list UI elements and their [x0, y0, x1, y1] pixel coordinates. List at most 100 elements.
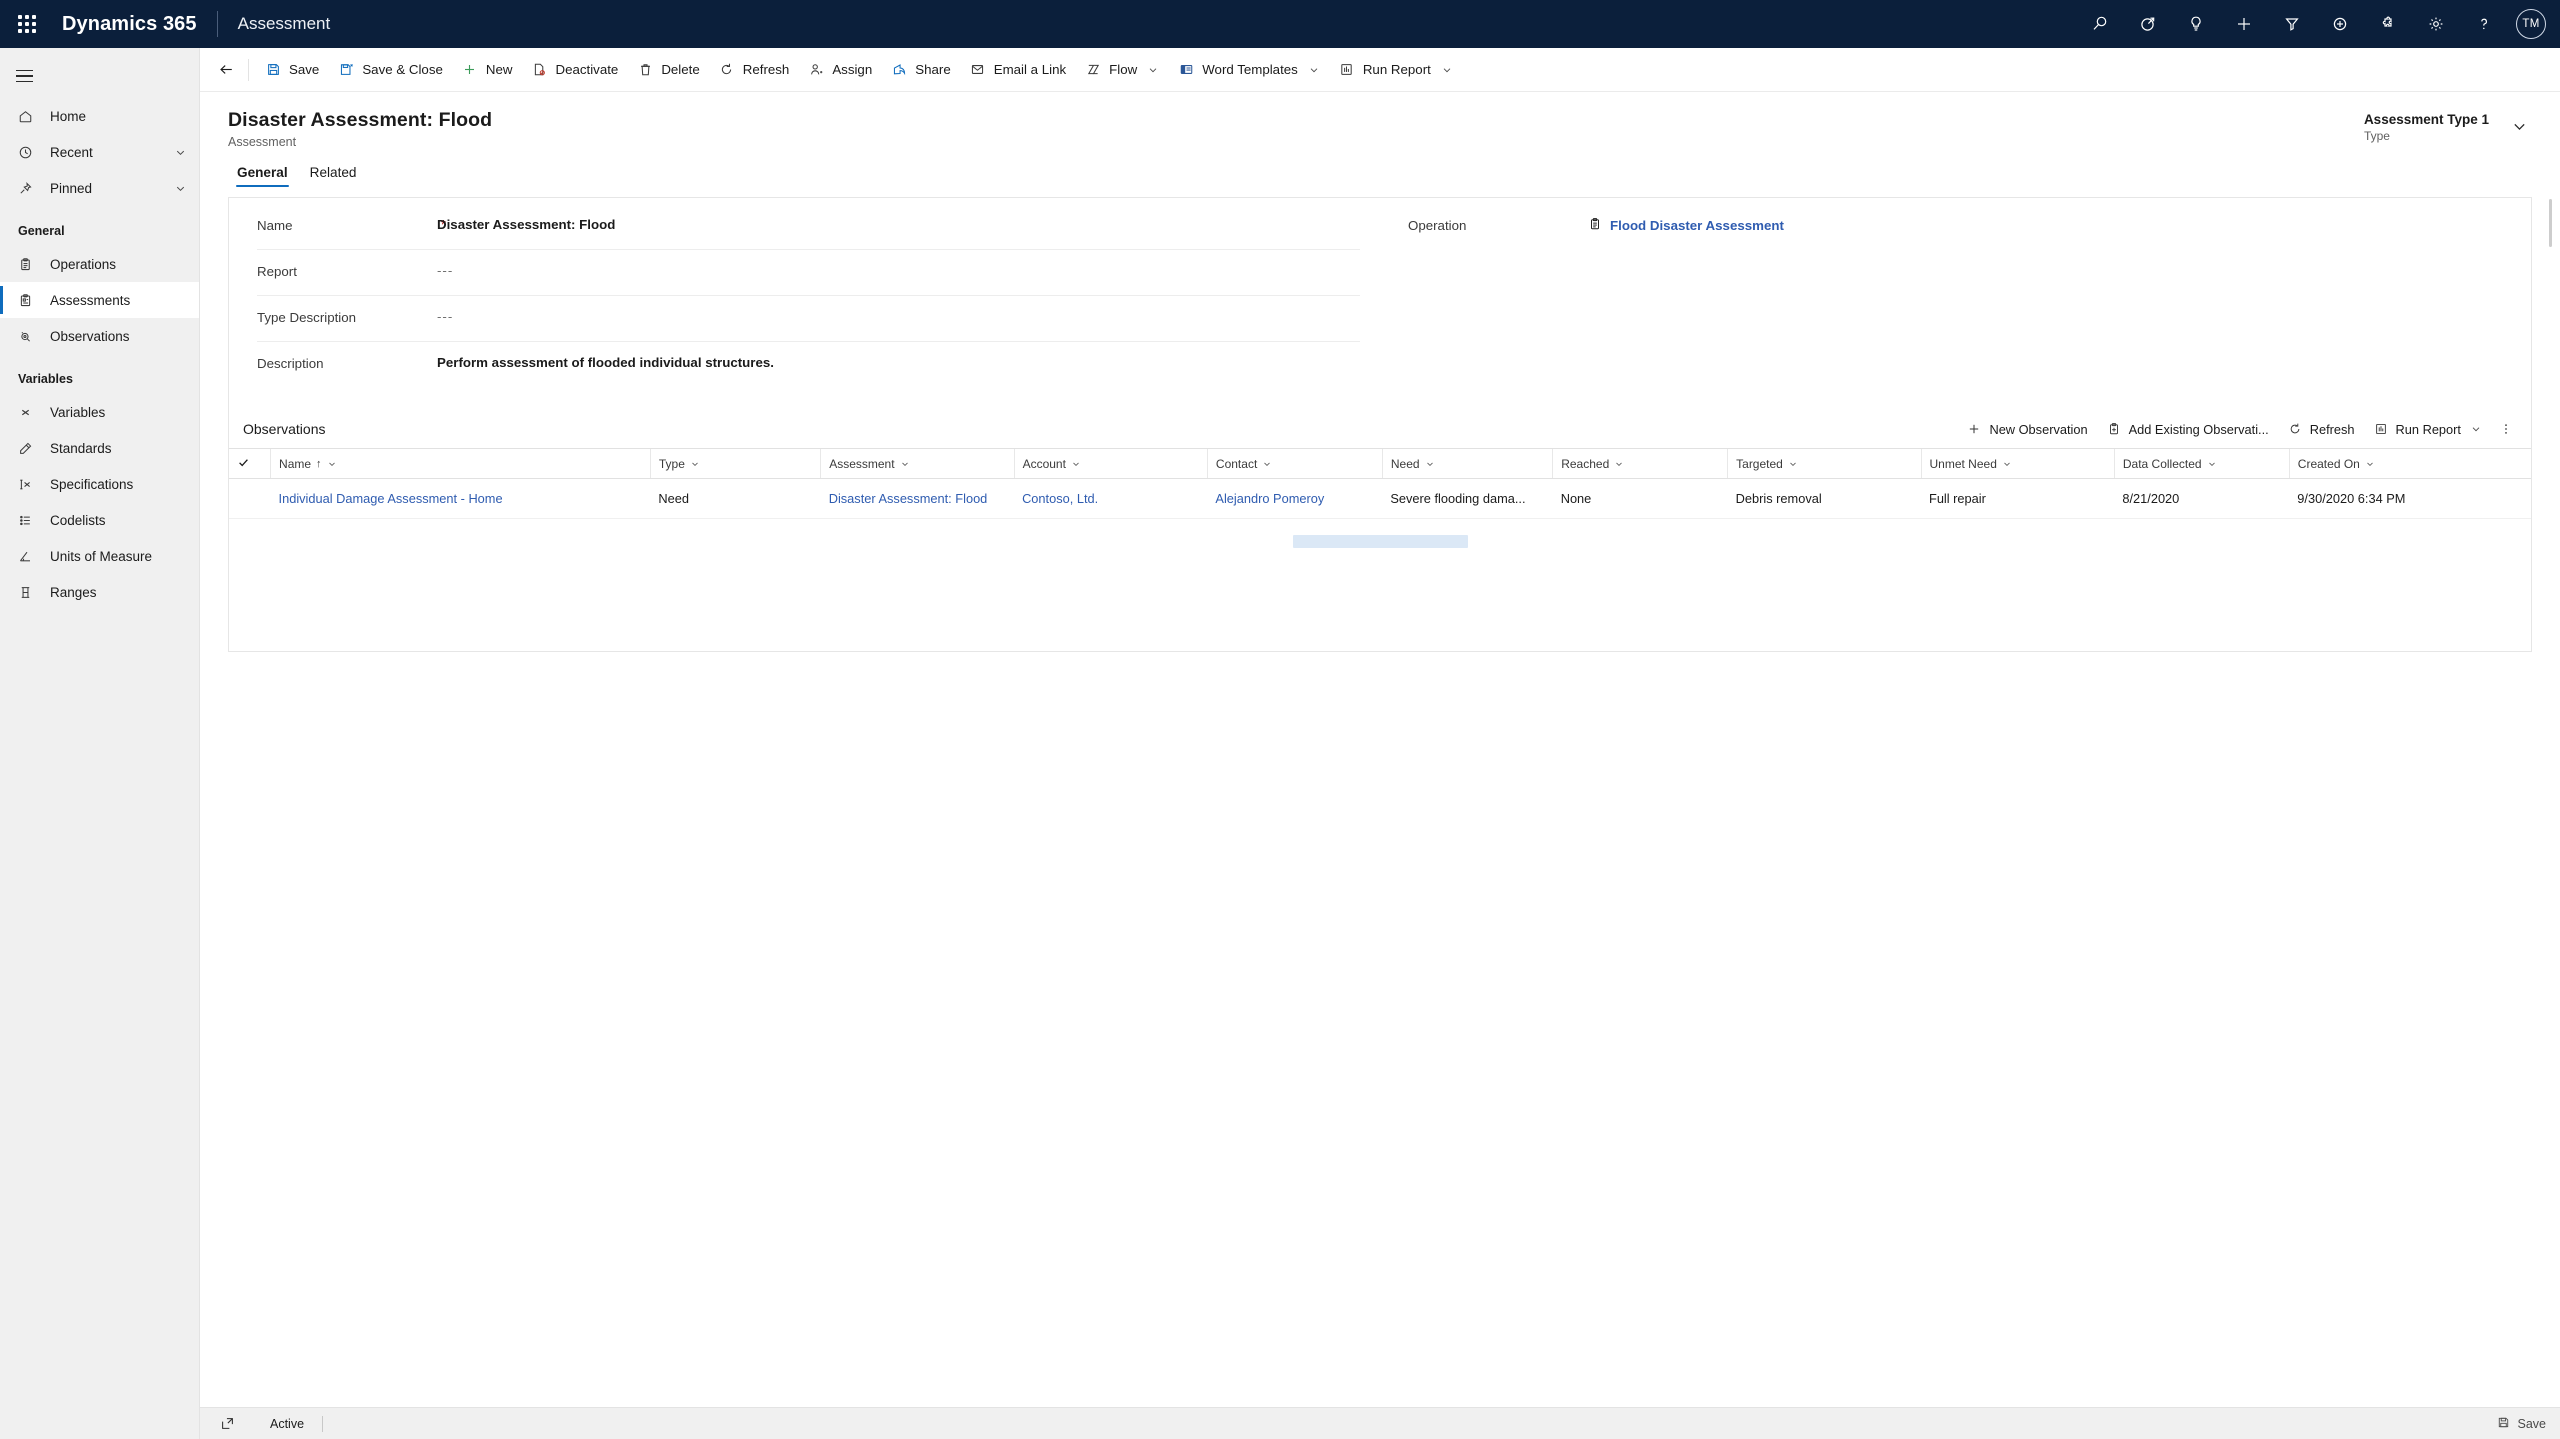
deactivate-button[interactable]: Deactivate [521, 50, 627, 90]
current-app-name[interactable]: Assessment [238, 14, 331, 34]
word-templates-button[interactable]: Word Templates [1168, 50, 1329, 90]
tab-general[interactable]: General [228, 159, 297, 189]
sidebar-item-pinned[interactable]: Pinned [0, 170, 199, 206]
gear-icon[interactable] [2414, 2, 2458, 46]
grid-col-need[interactable]: Need [1381, 448, 1553, 479]
sidebar-item-operations[interactable]: Operations [0, 246, 199, 282]
tab-related[interactable]: Related [301, 159, 366, 189]
sidebar-item-home[interactable]: Home [0, 98, 199, 134]
chevron-down-icon[interactable] [2365, 459, 2375, 469]
field-value-name[interactable]: Disaster Assessment: Flood [437, 217, 615, 232]
avatar[interactable]: TM [2516, 9, 2546, 39]
row-select-checkbox[interactable] [229, 478, 271, 519]
form-scrollbar[interactable] [2546, 199, 2554, 1397]
help-icon[interactable] [2462, 2, 2506, 46]
new-observation-button[interactable]: New Observation [1957, 413, 2096, 445]
chevron-down-icon[interactable] [174, 146, 187, 159]
form-scroll-region[interactable]: Name * Disaster Assessment: Flood Report… [200, 189, 2560, 1407]
add-existing-observation-button[interactable]: Add Existing Observati... [2097, 413, 2278, 445]
chevron-down-icon[interactable] [1425, 459, 1435, 469]
form-scrollbar-thumb[interactable] [2549, 199, 2552, 247]
field-value-report[interactable]: --- [437, 263, 453, 278]
cell-assessment[interactable]: Disaster Assessment: Flood [820, 478, 1015, 519]
field-row-report[interactable]: Report --- [257, 250, 1360, 296]
account-link[interactable]: Contoso, Ltd. [1022, 491, 1098, 506]
chevron-down-icon[interactable] [2470, 423, 2482, 435]
field-row-operation[interactable]: Operation Flood Disaster Assessment [1408, 204, 2511, 250]
search-icon[interactable] [2078, 2, 2122, 46]
chevron-down-icon[interactable] [1614, 459, 1624, 469]
chevron-down-icon[interactable] [1147, 64, 1159, 76]
assessment-link[interactable]: Disaster Assessment: Flood [829, 491, 988, 506]
quick-create-icon[interactable] [2222, 2, 2266, 46]
cell-name[interactable]: Individual Damage Assessment - Home [270, 478, 651, 519]
chevron-down-icon[interactable] [2207, 459, 2217, 469]
grid-col-created-on[interactable]: Created On [2288, 448, 2531, 479]
field-value-description[interactable]: Perform assessment of flooded individual… [437, 355, 774, 370]
field-row-type-description[interactable]: Type Description --- [257, 296, 1360, 342]
subgrid-run-report-button[interactable]: Run Report [2364, 413, 2491, 445]
header-field-type[interactable]: Assessment Type 1 Type [2364, 112, 2489, 143]
field-row-name[interactable]: Name * Disaster Assessment: Flood [257, 204, 1360, 250]
chevron-down-icon[interactable] [900, 459, 910, 469]
sidebar-item-variables[interactable]: Variables [0, 394, 199, 430]
diagnostics-icon[interactable] [2126, 2, 2170, 46]
new-button[interactable]: New [452, 50, 522, 90]
puzzle-icon[interactable] [2366, 2, 2410, 46]
grid-col-account[interactable]: Account [1013, 448, 1208, 479]
app-launcher-icon[interactable] [10, 7, 44, 41]
site-map-toggle-icon[interactable] [0, 54, 48, 98]
chevron-down-icon[interactable] [1308, 64, 1320, 76]
brand-title[interactable]: Dynamics 365 [62, 13, 197, 36]
grid-col-unmet-need[interactable]: Unmet Need [1920, 448, 2115, 479]
share-button[interactable]: Share [881, 50, 959, 90]
run-report-button[interactable]: Run Report [1329, 50, 1462, 90]
chevron-down-icon[interactable] [1788, 459, 1798, 469]
save-button[interactable]: Save [255, 50, 328, 90]
chevron-down-icon[interactable] [327, 459, 337, 469]
sidebar-item-units-of-measure[interactable]: Units of Measure [0, 538, 199, 574]
grid-select-all-checkbox[interactable] [229, 448, 271, 479]
refresh-button[interactable]: Refresh [709, 50, 799, 90]
table-row[interactable]: Individual Damage Assessment - Home Need… [229, 478, 2531, 519]
grid-col-data-collected[interactable]: Data Collected [2113, 448, 2290, 479]
sidebar-item-ranges[interactable]: Ranges [0, 574, 199, 610]
cell-account[interactable]: Contoso, Ltd. [1014, 478, 1208, 519]
delete-button[interactable]: Delete [627, 50, 708, 90]
grid-col-name[interactable]: Name ↑ [270, 448, 651, 479]
header-expand-chevron-icon[interactable] [2511, 112, 2528, 135]
lightbulb-icon[interactable] [2174, 2, 2218, 46]
chevron-down-icon[interactable] [1262, 459, 1272, 469]
add-circle-icon[interactable] [2318, 2, 2362, 46]
filter-icon[interactable] [2270, 2, 2314, 46]
email-a-link-button[interactable]: Email a Link [960, 50, 1075, 90]
field-value-type-description[interactable]: --- [437, 309, 453, 324]
grid-col-reached[interactable]: Reached [1552, 448, 1728, 479]
save-and-close-button[interactable]: Save & Close [328, 50, 452, 90]
chevron-down-icon[interactable] [174, 182, 187, 195]
chevron-down-icon[interactable] [1071, 459, 1081, 469]
field-value-operation[interactable]: Flood Disaster Assessment [1588, 217, 1784, 234]
field-row-description[interactable]: Description Perform assessment of floode… [257, 342, 1360, 388]
popout-icon[interactable] [214, 1416, 240, 1431]
sidebar-item-standards[interactable]: Standards [0, 430, 199, 466]
sidebar-item-specifications[interactable]: Specifications [0, 466, 199, 502]
chevron-down-icon[interactable] [690, 459, 700, 469]
grid-col-type[interactable]: Type [649, 448, 821, 479]
sidebar-item-assessments[interactable]: Assessments [0, 282, 199, 318]
contact-link[interactable]: Alejandro Pomeroy [1215, 491, 1324, 506]
sidebar-item-recent[interactable]: Recent [0, 134, 199, 170]
grid-col-assessment[interactable]: Assessment [820, 448, 1015, 479]
sidebar-item-codelists[interactable]: Codelists [0, 502, 199, 538]
observation-name-link[interactable]: Individual Damage Assessment - Home [279, 491, 503, 506]
subgrid-refresh-button[interactable]: Refresh [2278, 413, 2364, 445]
cell-contact[interactable]: Alejandro Pomeroy [1207, 478, 1383, 519]
chevron-down-icon[interactable] [2002, 459, 2012, 469]
flow-button[interactable]: Flow [1075, 50, 1168, 90]
grid-col-contact[interactable]: Contact [1206, 448, 1383, 479]
sidebar-item-observations[interactable]: Observations [0, 318, 199, 354]
footer-save-button[interactable]: Save [2497, 1416, 2546, 1432]
chevron-down-icon[interactable] [1441, 64, 1453, 76]
grid-col-targeted[interactable]: Targeted [1727, 448, 1921, 479]
subgrid-overflow-button[interactable] [2491, 413, 2521, 445]
